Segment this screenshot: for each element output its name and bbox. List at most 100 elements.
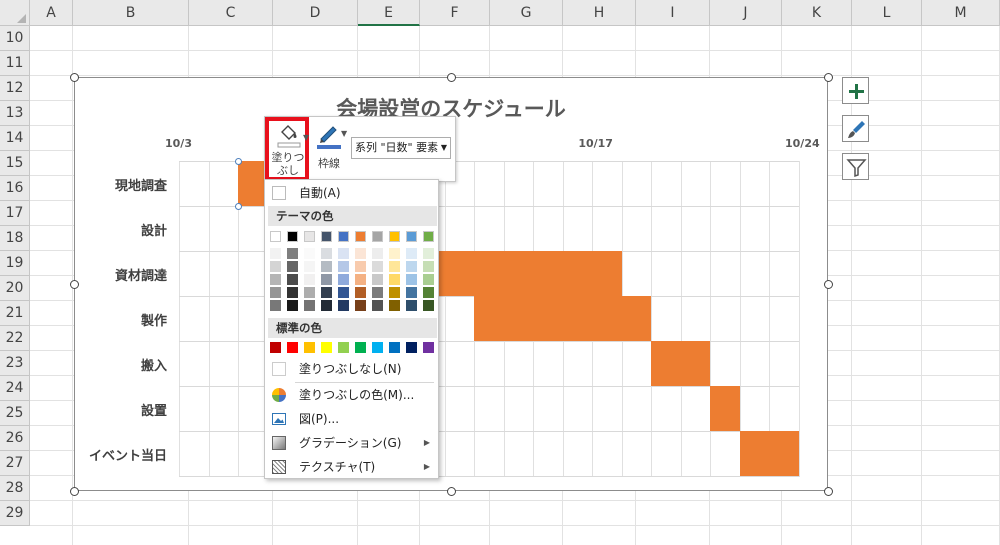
- theme-color-shade-swatch[interactable]: [338, 248, 349, 259]
- theme-color-shade-swatch[interactable]: [389, 261, 400, 272]
- theme-color-shade-swatch[interactable]: [338, 300, 349, 311]
- theme-color-shade-swatch[interactable]: [270, 274, 281, 285]
- gantt-bar[interactable]: [474, 296, 652, 341]
- outline-button[interactable]: ▼ 枠線: [313, 121, 347, 177]
- chart-filters-button[interactable]: [842, 153, 869, 180]
- theme-color-shade-swatch[interactable]: [372, 274, 383, 285]
- column-header-g[interactable]: G: [490, 0, 563, 26]
- row-header-11[interactable]: 11: [0, 51, 30, 76]
- gantt-bar[interactable]: [415, 251, 622, 296]
- theme-color-shade-swatch[interactable]: [406, 287, 417, 298]
- chart-resize-handle[interactable]: [447, 487, 456, 496]
- chart-resize-handle[interactable]: [824, 280, 833, 289]
- theme-color-swatch[interactable]: [423, 231, 434, 242]
- theme-color-shade-swatch[interactable]: [372, 287, 383, 298]
- theme-color-shade-swatch[interactable]: [406, 248, 417, 259]
- theme-color-shade-swatch[interactable]: [321, 300, 332, 311]
- row-header-15[interactable]: 15: [0, 151, 30, 176]
- theme-color-shade-swatch[interactable]: [338, 261, 349, 272]
- row-header-25[interactable]: 25: [0, 401, 30, 426]
- series-selector-dropdown[interactable]: 系列 "日数" 要素 ▼: [351, 137, 451, 159]
- row-header-17[interactable]: 17: [0, 201, 30, 226]
- chart-resize-handle[interactable]: [824, 73, 833, 82]
- column-header-f[interactable]: F: [420, 0, 490, 26]
- standard-color-swatch[interactable]: [389, 342, 400, 353]
- standard-color-swatch[interactable]: [355, 342, 366, 353]
- row-header-26[interactable]: 26: [0, 426, 30, 451]
- column-header-a[interactable]: A: [30, 0, 73, 26]
- standard-color-swatch[interactable]: [423, 342, 434, 353]
- standard-color-swatch[interactable]: [304, 342, 315, 353]
- theme-color-shade-swatch[interactable]: [338, 274, 349, 285]
- row-header-28[interactable]: 28: [0, 476, 30, 501]
- standard-color-swatch[interactable]: [321, 342, 332, 353]
- menu-item-picture[interactable]: 図(P)...: [265, 407, 438, 431]
- theme-color-shade-swatch[interactable]: [321, 274, 332, 285]
- menu-item-more-fill-colors[interactable]: 塗りつぶしの色(M)...: [265, 383, 438, 407]
- theme-color-shade-swatch[interactable]: [321, 261, 332, 272]
- theme-color-shade-swatch[interactable]: [287, 287, 298, 298]
- row-header-18[interactable]: 18: [0, 226, 30, 251]
- theme-color-swatch[interactable]: [355, 231, 366, 242]
- theme-color-shade-swatch[interactable]: [372, 248, 383, 259]
- row-header-20[interactable]: 20: [0, 276, 30, 301]
- standard-color-swatch[interactable]: [338, 342, 349, 353]
- row-header-14[interactable]: 14: [0, 126, 30, 151]
- theme-color-shade-swatch[interactable]: [304, 300, 315, 311]
- row-header-24[interactable]: 24: [0, 376, 30, 401]
- theme-color-shade-swatch[interactable]: [355, 287, 366, 298]
- chart-resize-handle[interactable]: [70, 487, 79, 496]
- menu-item-texture[interactable]: テクスチャ(T) ▶: [265, 455, 438, 479]
- theme-color-shade-swatch[interactable]: [304, 261, 315, 272]
- column-header-m[interactable]: M: [922, 0, 1000, 26]
- theme-color-shade-swatch[interactable]: [423, 248, 434, 259]
- gantt-bar[interactable]: [651, 341, 711, 386]
- chart-resize-handle[interactable]: [70, 280, 79, 289]
- row-header-23[interactable]: 23: [0, 351, 30, 376]
- theme-color-shade-swatch[interactable]: [304, 248, 315, 259]
- row-header-13[interactable]: 13: [0, 101, 30, 126]
- row-header-19[interactable]: 19: [0, 251, 30, 276]
- column-header-j[interactable]: J: [710, 0, 782, 26]
- chart-styles-button[interactable]: [842, 115, 869, 142]
- theme-color-shade-swatch[interactable]: [389, 274, 400, 285]
- theme-color-shade-swatch[interactable]: [389, 287, 400, 298]
- theme-color-shade-swatch[interactable]: [270, 287, 281, 298]
- row-header-29[interactable]: 29: [0, 501, 30, 526]
- row-header-21[interactable]: 21: [0, 301, 30, 326]
- theme-color-shade-swatch[interactable]: [287, 248, 298, 259]
- select-all-button[interactable]: [0, 0, 30, 26]
- chart-elements-button[interactable]: [842, 77, 869, 104]
- gantt-bar[interactable]: [710, 386, 740, 431]
- theme-color-swatch[interactable]: [321, 231, 332, 242]
- row-header-10[interactable]: 10: [0, 26, 30, 51]
- theme-color-shade-swatch[interactable]: [423, 300, 434, 311]
- theme-color-shade-swatch[interactable]: [321, 287, 332, 298]
- menu-item-automatic[interactable]: 自動(A): [265, 181, 438, 205]
- theme-color-shade-swatch[interactable]: [355, 261, 366, 272]
- theme-color-shade-swatch[interactable]: [321, 248, 332, 259]
- row-header-16[interactable]: 16: [0, 176, 30, 201]
- row-header-12[interactable]: 12: [0, 76, 30, 101]
- theme-color-shade-swatch[interactable]: [355, 300, 366, 311]
- menu-item-gradient[interactable]: グラデーション(G) ▶: [265, 431, 438, 455]
- theme-color-shade-swatch[interactable]: [372, 300, 383, 311]
- theme-color-shade-swatch[interactable]: [304, 274, 315, 285]
- row-header-27[interactable]: 27: [0, 451, 30, 476]
- menu-item-no-fill[interactable]: 塗りつぶしなし(N): [265, 357, 438, 381]
- theme-color-shade-swatch[interactable]: [270, 300, 281, 311]
- data-point-selection-handle[interactable]: [235, 158, 243, 165]
- chart-resize-handle[interactable]: [824, 487, 833, 496]
- theme-color-swatch[interactable]: [406, 231, 417, 242]
- standard-color-swatch[interactable]: [372, 342, 383, 353]
- theme-color-swatch[interactable]: [372, 231, 383, 242]
- theme-color-shade-swatch[interactable]: [287, 300, 298, 311]
- theme-color-shade-swatch[interactable]: [287, 261, 298, 272]
- theme-color-shade-swatch[interactable]: [423, 274, 434, 285]
- theme-color-shade-swatch[interactable]: [338, 287, 349, 298]
- column-header-e[interactable]: E: [358, 0, 420, 26]
- standard-color-swatch[interactable]: [406, 342, 417, 353]
- chart-resize-handle[interactable]: [70, 73, 79, 82]
- column-header-b[interactable]: B: [73, 0, 189, 26]
- column-header-h[interactable]: H: [563, 0, 636, 26]
